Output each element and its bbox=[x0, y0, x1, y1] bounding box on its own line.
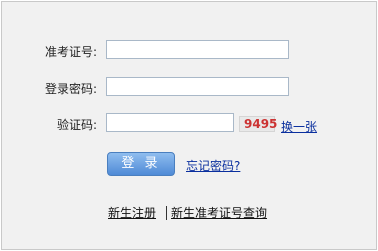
password-label: 登录密码: bbox=[44, 82, 97, 96]
login-panel: 准考证号: 登录密码: 验证码: 9495 换一张 登 录 忘记密码? 新生注册… bbox=[1, 1, 377, 250]
exam-id-lookup-link[interactable]: 新生准考证号查询 bbox=[171, 205, 267, 221]
exam-id-input[interactable] bbox=[106, 40, 289, 59]
captcha-image-text: 9495 bbox=[244, 117, 278, 131]
captcha-label: 验证码: bbox=[56, 118, 97, 132]
captcha-image[interactable]: 9495 bbox=[239, 116, 278, 132]
login-button[interactable]: 登 录 bbox=[107, 152, 175, 176]
exam-id-label: 准考证号: bbox=[44, 45, 97, 59]
password-input[interactable] bbox=[106, 77, 289, 96]
register-link[interactable]: 新生注册 bbox=[108, 205, 156, 221]
footer-separator bbox=[166, 206, 167, 220]
forgot-password-link[interactable]: 忘记密码? bbox=[186, 158, 240, 174]
captcha-input[interactable] bbox=[106, 113, 234, 132]
refresh-captcha-link[interactable]: 换一张 bbox=[281, 119, 317, 135]
